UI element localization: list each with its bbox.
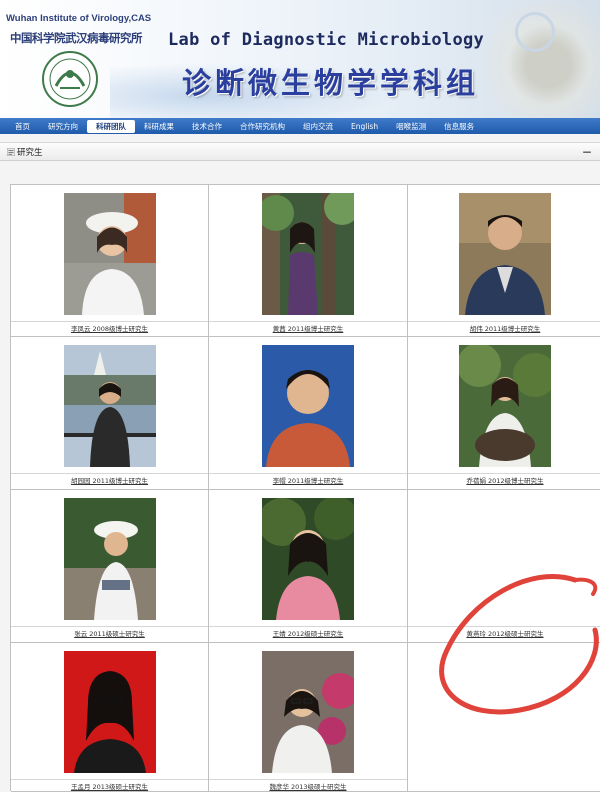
student-caption[interactable]: 张云 2011级硕士研究生 <box>11 628 208 638</box>
empty-cell <box>408 643 600 792</box>
banner-ring-decoration <box>515 12 555 52</box>
student-caption[interactable]: 王婧 2012级硕士研究生 <box>209 628 407 638</box>
student-photo[interactable] <box>63 345 156 467</box>
nav-item-exchange[interactable]: 组内交流 <box>294 120 342 133</box>
student-caption[interactable]: 胡伟 2011级博士研究生 <box>408 323 600 333</box>
section-header: 研究生 － <box>0 142 600 161</box>
lab-title-en: Lab of Diagnostic Microbiology <box>168 30 485 50</box>
divider <box>209 779 407 780</box>
divider <box>209 473 407 474</box>
institute-name-en: Wuhan Institute of Virology,CAS <box>6 13 152 24</box>
student-card: 黄茜 2011级博士研究生 <box>209 185 408 337</box>
student-card: 王孟月 2013级硕士研究生 <box>11 643 209 792</box>
student-card: 黄燕玲 2012级硕士研究生 <box>408 490 600 643</box>
student-photo[interactable] <box>262 345 354 467</box>
student-caption[interactable]: 乔蓓娟 2012级博士研究生 <box>408 475 600 485</box>
divider <box>11 626 208 627</box>
nav-item-cooperation[interactable]: 技术合作 <box>183 120 231 133</box>
student-card: 魏彦华 2013级硕士研究生 <box>209 643 408 792</box>
student-caption[interactable]: 李凤云 2008级博士研究生 <box>11 323 208 333</box>
nav-item-english[interactable]: English <box>342 120 387 133</box>
student-caption[interactable]: 黄茜 2011级博士研究生 <box>209 323 407 333</box>
lab-title-cn: 诊断微生物学学科组 <box>182 66 480 100</box>
student-photo[interactable] <box>63 651 156 773</box>
student-photo[interactable] <box>262 498 354 620</box>
nav-item-services[interactable]: 信息服务 <box>435 120 483 133</box>
institute-seal-icon[interactable] <box>40 50 100 108</box>
student-card: 乔蓓娟 2012级博士研究生 <box>408 337 600 490</box>
divider <box>11 473 208 474</box>
student-photo[interactable] <box>459 193 551 315</box>
student-card: 胡伟 2011级博士研究生 <box>408 185 600 337</box>
student-card: 胡园园 2011级博士研究生 <box>11 337 209 490</box>
student-photo[interactable] <box>459 345 551 467</box>
nav-item-team[interactable]: 科研团队 <box>87 119 135 133</box>
divider <box>408 626 600 627</box>
divider <box>11 321 208 322</box>
divider <box>209 321 407 322</box>
divider <box>209 626 407 627</box>
divider <box>408 321 600 322</box>
student-caption[interactable]: 黄燕玲 2012级硕士研究生 <box>408 628 600 638</box>
divider <box>408 473 600 474</box>
student-photo[interactable] <box>262 651 354 773</box>
student-photo[interactable] <box>262 193 354 315</box>
student-photo[interactable] <box>63 193 156 315</box>
nav-item-home[interactable]: 首页 <box>6 120 39 133</box>
student-caption[interactable]: 魏彦华 2013级硕士研究生 <box>209 781 407 791</box>
student-card: 张云 2011级硕士研究生 <box>11 490 209 643</box>
header-banner: Wuhan Institute of Virology,CAS 中国科学院武汉病… <box>0 0 600 118</box>
student-grid: 李凤云 2008级博士研究生 黄茜 2011级博士研究生 胡伟 2011级博士研… <box>10 184 600 792</box>
nav-item-partners[interactable]: 合作研究机构 <box>231 120 294 133</box>
student-card: 王婧 2012级硕士研究生 <box>209 490 408 643</box>
institute-name-cn: 中国科学院武汉病毒研究所 <box>10 31 143 45</box>
student-card: 李帽 2011级博士研究生 <box>209 337 408 490</box>
nav-item-monitoring[interactable]: 咽喉监测 <box>387 120 435 133</box>
student-caption[interactable]: 李帽 2011级博士研究生 <box>209 475 407 485</box>
divider <box>11 779 208 780</box>
list-icon <box>7 148 15 156</box>
main-nav: 首页 研究方向 科研团队 科研成果 技术合作 合作研究机构 组内交流 Engli… <box>0 118 600 134</box>
nav-item-results[interactable]: 科研成果 <box>135 120 183 133</box>
student-photo[interactable] <box>63 498 156 620</box>
section-title: 研究生 <box>17 148 43 158</box>
student-card: 李凤云 2008级博士研究生 <box>11 185 209 337</box>
nav-item-research[interactable]: 研究方向 <box>39 120 87 133</box>
student-caption[interactable]: 王孟月 2013级硕士研究生 <box>11 781 208 791</box>
collapse-button[interactable]: － <box>582 144 592 159</box>
student-caption[interactable]: 胡园园 2011级博士研究生 <box>11 475 208 485</box>
